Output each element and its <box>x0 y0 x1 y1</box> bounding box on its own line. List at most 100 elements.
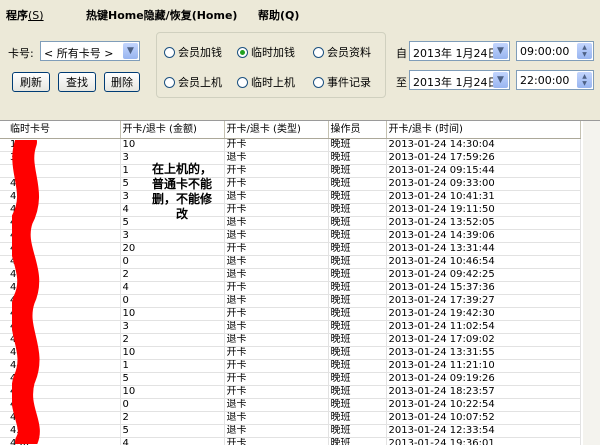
table-row[interactable]: 44010开卡晚班2013-01-24 13:31:55 <box>0 347 580 360</box>
table-cell: 晚班 <box>328 347 386 360</box>
table-cell: 退卡 <box>224 412 328 425</box>
table-cell: 2013-01-24 11:21:10 <box>386 360 580 373</box>
col-header-card[interactable]: 临时卡号 <box>0 121 120 139</box>
table-cell: 2013-01-24 14:30:04 <box>386 139 580 152</box>
table-row[interactable]: 42920开卡晚班2013-01-24 13:31:44 <box>0 243 580 256</box>
table-cell: 晚班 <box>328 243 386 256</box>
table-cell: 2013-01-24 09:33:00 <box>386 178 580 191</box>
table-cell: 2013-01-24 09:42:25 <box>386 269 580 282</box>
table-cell: 10 <box>120 139 224 152</box>
delete-button[interactable]: 删除 <box>104 72 140 92</box>
table-cell: 2 <box>120 334 224 347</box>
chevron-down-icon[interactable]: ▼ <box>493 43 508 59</box>
from-date-picker[interactable]: 2013年 1月24日 ▼ <box>409 41 510 61</box>
records-grid[interactable]: 临时卡号 开卡/退卡 (金额) 开卡/退卡 (类型) 操作员 开卡/退卡 (时间… <box>0 120 600 445</box>
radio-event-log[interactable]: 事件记录 <box>313 74 371 90</box>
vertical-scrollbar[interactable] <box>583 121 600 445</box>
table-cell: 2013-01-24 19:42:30 <box>386 308 580 321</box>
table-cell: 2013-01-24 12:33:54 <box>386 425 580 438</box>
table-cell: 退卡 <box>224 334 328 347</box>
menu-help[interactable]: 帮助(Q) <box>258 7 299 23</box>
to-time-picker[interactable]: 22:00:00 ▲▼ <box>516 70 594 90</box>
radio-member-recharge[interactable]: 会员加钱 <box>164 44 222 60</box>
radio-dot <box>313 47 324 58</box>
table-cell: 开卡 <box>224 386 328 399</box>
radio-dot <box>164 77 175 88</box>
refresh-button[interactable]: 刷新 <box>12 72 50 92</box>
table-cell: 2013-01-24 13:52:05 <box>386 217 580 230</box>
table-cell: 10 <box>120 308 224 321</box>
table-cell: 晚班 <box>328 360 386 373</box>
table-row[interactable]: 110开卡晚班2013-01-24 14:30:04 <box>0 139 580 152</box>
menu-hotkey[interactable]: 热键Home隐藏/恢复(Home) <box>86 7 237 23</box>
table-row[interactable]: 4505退卡晚班2013-01-24 12:33:54 <box>0 425 580 438</box>
chevron-down-icon[interactable]: ▼ <box>123 43 138 59</box>
spin-icon[interactable]: ▲▼ <box>577 72 592 88</box>
table-cell: 2013-01-24 10:07:52 <box>386 412 580 425</box>
table-row[interactable]: 44010开卡晚班2013-01-24 19:42:30 <box>0 308 580 321</box>
table-row[interactable]: 4310退卡晚班2013-01-24 17:39:27 <box>0 295 580 308</box>
radio-dot <box>164 47 175 58</box>
table-header-row: 临时卡号 开卡/退卡 (金额) 开卡/退卡 (类型) 操作员 开卡/退卡 (时间… <box>0 121 580 139</box>
table-cell: 晚班 <box>328 399 386 412</box>
table-cell: 开卡 <box>224 373 328 386</box>
table-cell: 2013-01-24 11:02:54 <box>386 321 580 334</box>
table-row[interactable]: 3603退卡晚班2013-01-24 17:59:26 <box>0 152 580 165</box>
table-cell: 开卡 <box>224 282 328 295</box>
table-row[interactable]: 4502退卡晚班2013-01-24 10:07:52 <box>0 412 580 425</box>
table-cell: 晚班 <box>328 152 386 165</box>
annotation-text: 在上机的，普通卡不能删，不能修改 <box>148 162 216 222</box>
table-cell: 晚班 <box>328 425 386 438</box>
table-row[interactable]: 4402退卡晚班2013-01-24 17:09:02 <box>0 334 580 347</box>
col-header-type[interactable]: 开卡/退卡 (类型) <box>224 121 328 139</box>
radio-dot <box>313 77 324 88</box>
table-row[interactable]: 4213退卡晚班2013-01-24 14:39:06 <box>0 230 580 243</box>
table-cell: 晚班 <box>328 373 386 386</box>
chevron-down-icon[interactable]: ▼ <box>493 72 508 88</box>
radio-member-online[interactable]: 会员上机 <box>164 74 222 90</box>
table-cell: 4 <box>120 282 224 295</box>
table-cell: 2013-01-24 17:59:26 <box>386 152 580 165</box>
table-cell: 晚班 <box>328 386 386 399</box>
col-header-operator[interactable]: 操作员 <box>328 121 386 139</box>
table-cell: 退卡 <box>224 191 328 204</box>
table-row[interactable]: 4215退卡晚班2013-01-24 13:52:05 <box>0 217 580 230</box>
card-select[interactable]: < 所有卡号 > ▼ <box>40 41 140 61</box>
table-row[interactable]: 4125开卡晚班2013-01-24 09:33:00 <box>0 178 580 191</box>
radio-temp-recharge[interactable]: 临时加钱 <box>237 44 295 60</box>
radio-temp-online[interactable]: 临时上机 <box>237 74 295 90</box>
table-row[interactable]: 4300退卡晚班2013-01-24 10:46:54 <box>0 256 580 269</box>
table-cell: 10 <box>120 386 224 399</box>
table-row[interactable]: 45010开卡晚班2013-01-24 18:23:57 <box>0 386 580 399</box>
table-row[interactable]: 4500退卡晚班2013-01-24 10:22:54 <box>0 399 580 412</box>
to-label: 至 <box>396 74 407 90</box>
spin-icon[interactable]: ▲▼ <box>577 43 592 59</box>
table-cell: 晚班 <box>328 139 386 152</box>
col-header-time[interactable]: 开卡/退卡 (时间) <box>386 121 580 139</box>
table-cell: 晚班 <box>328 217 386 230</box>
table-cell: 2013-01-24 14:39:06 <box>386 230 580 243</box>
radio-member-info[interactable]: 会员资料 <box>313 44 371 60</box>
to-date-picker[interactable]: 2013年 1月24日 ▼ <box>409 70 510 90</box>
table-cell: 开卡 <box>224 178 328 191</box>
table-row[interactable]: 4401开卡晚班2013-01-24 11:21:10 <box>0 360 580 373</box>
menu-program[interactable]: 程序(S) <box>6 7 44 23</box>
table-row[interactable]: 4312退卡晚班2013-01-24 09:42:25 <box>0 269 580 282</box>
redaction-mark <box>12 140 40 444</box>
table-cell: 退卡 <box>224 321 328 334</box>
table-cell: 0 <box>120 295 224 308</box>
records-table: 临时卡号 开卡/退卡 (金额) 开卡/退卡 (类型) 操作员 开卡/退卡 (时间… <box>0 121 581 445</box>
table-row[interactable]: 4403退卡晚班2013-01-24 11:02:54 <box>0 321 580 334</box>
table-cell: 5 <box>120 373 224 386</box>
table-cell: 2013-01-24 09:19:26 <box>386 373 580 386</box>
table-row[interactable]: 4405开卡晚班2013-01-24 09:19:26 <box>0 373 580 386</box>
table-row[interactable]: 4123退卡晚班2013-01-24 10:41:31 <box>0 191 580 204</box>
table-row[interactable]: 4204开卡晚班2013-01-24 19:11:50 <box>0 204 580 217</box>
from-time-picker[interactable]: 09:00:00 ▲▼ <box>516 41 594 61</box>
table-cell: 2013-01-24 15:37:36 <box>386 282 580 295</box>
table-cell: 开卡 <box>224 347 328 360</box>
table-row[interactable]: 1开卡晚班2013-01-24 09:15:44 <box>0 165 580 178</box>
table-row[interactable]: 4314开卡晚班2013-01-24 15:37:36 <box>0 282 580 295</box>
search-button[interactable]: 查找 <box>58 72 96 92</box>
col-header-amount[interactable]: 开卡/退卡 (金额) <box>120 121 224 139</box>
